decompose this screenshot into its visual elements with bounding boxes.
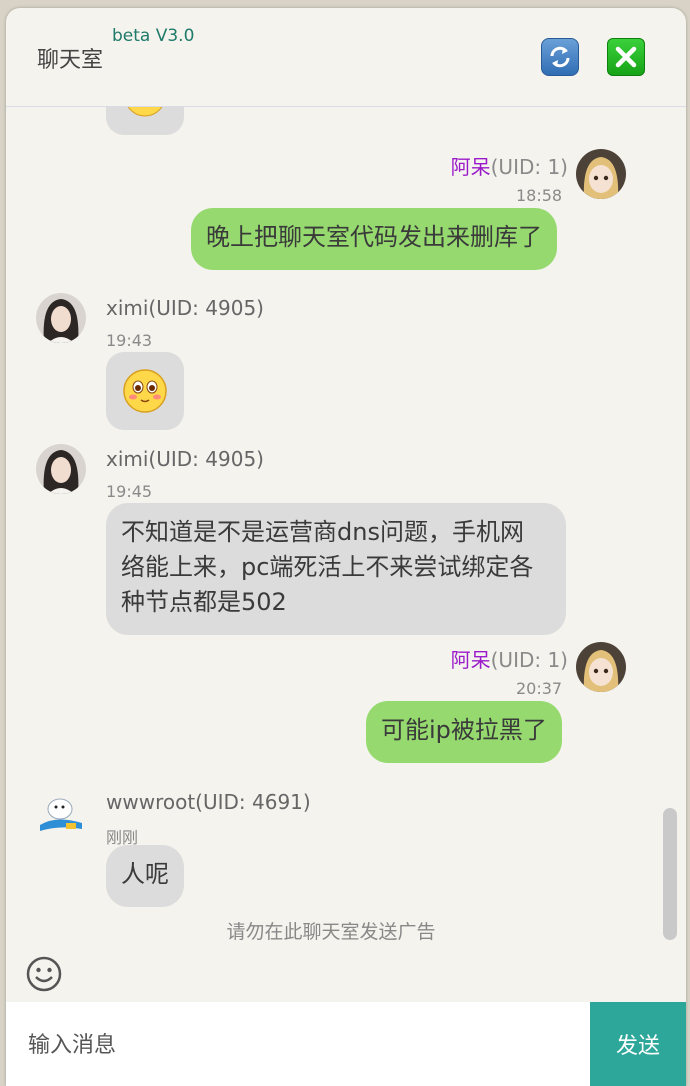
message-sender: ximi(UID: 4905) xyxy=(106,296,264,320)
message-sender: 阿呆(UID: 1) xyxy=(450,648,568,672)
refresh-icon xyxy=(550,46,570,68)
message-input[interactable] xyxy=(26,1022,570,1068)
message-time: 18:58 xyxy=(516,186,563,205)
message-sender: wwwroot(UID: 4691) xyxy=(106,790,311,814)
message-time: 19:45 xyxy=(106,482,153,501)
message-line: 不知道是不是运营商dns问题，手机网 xyxy=(121,518,524,546)
message-bubble: 不知道是不是运营商dns问题，手机网 络能上来，pc端死活上不来尝试绑定各 种节… xyxy=(106,503,566,635)
scrollbar[interactable] xyxy=(663,808,677,940)
avatar-icon xyxy=(36,293,86,343)
avatar[interactable] xyxy=(36,785,86,835)
avatar-icon xyxy=(576,642,626,692)
message-bubble: 人呢 xyxy=(106,845,184,907)
chat-window: 聊天室 beta V3.0 阿呆(UID: 1) 18:58 晚上把聊天室代码发… xyxy=(6,8,686,1086)
message-time: 20:37 xyxy=(516,679,563,698)
message-line: 络能上来，pc端死活上不来尝试绑定各 xyxy=(121,553,534,581)
avatar-icon xyxy=(576,149,626,199)
avatar-icon xyxy=(36,444,86,494)
message-bubble: 可能ip被拉黑了 xyxy=(366,701,562,763)
smiley-icon xyxy=(26,956,62,992)
version-label: beta V3.0 xyxy=(112,26,195,46)
chat-header: 聊天室 beta V3.0 xyxy=(6,8,686,107)
avatar[interactable] xyxy=(36,444,86,494)
avatar[interactable] xyxy=(36,293,86,343)
composer: 发送 xyxy=(6,1002,686,1086)
close-icon xyxy=(615,46,637,68)
send-button[interactable]: 发送 xyxy=(590,1002,686,1086)
emoji-bubble xyxy=(106,107,184,135)
message-sender: ximi(UID: 4905) xyxy=(106,447,264,471)
message-bubble: 晚上把聊天室代码发出来删库了 xyxy=(191,208,557,270)
message-sender: 阿呆(UID: 1) xyxy=(450,155,568,179)
message-line: 种节点都是502 xyxy=(121,588,287,616)
ad-notice: 请勿在此聊天室发送广告 xyxy=(226,921,436,943)
message-time: 19:43 xyxy=(106,331,153,350)
avatar[interactable] xyxy=(576,642,626,692)
message-list[interactable]: 阿呆(UID: 1) 18:58 晚上把聊天室代码发出来删库了 ximi(UID… xyxy=(6,107,656,947)
refresh-button[interactable] xyxy=(541,38,579,76)
close-button[interactable] xyxy=(607,38,645,76)
avatar[interactable] xyxy=(576,149,626,199)
blush-emoji-icon xyxy=(127,107,163,117)
emoji-picker-button[interactable] xyxy=(26,956,62,992)
chat-title: 聊天室 xyxy=(37,48,104,73)
polar-bear-avatar-icon xyxy=(36,785,86,835)
blush-emoji-icon xyxy=(123,369,167,413)
emoji-bubble xyxy=(106,352,184,430)
